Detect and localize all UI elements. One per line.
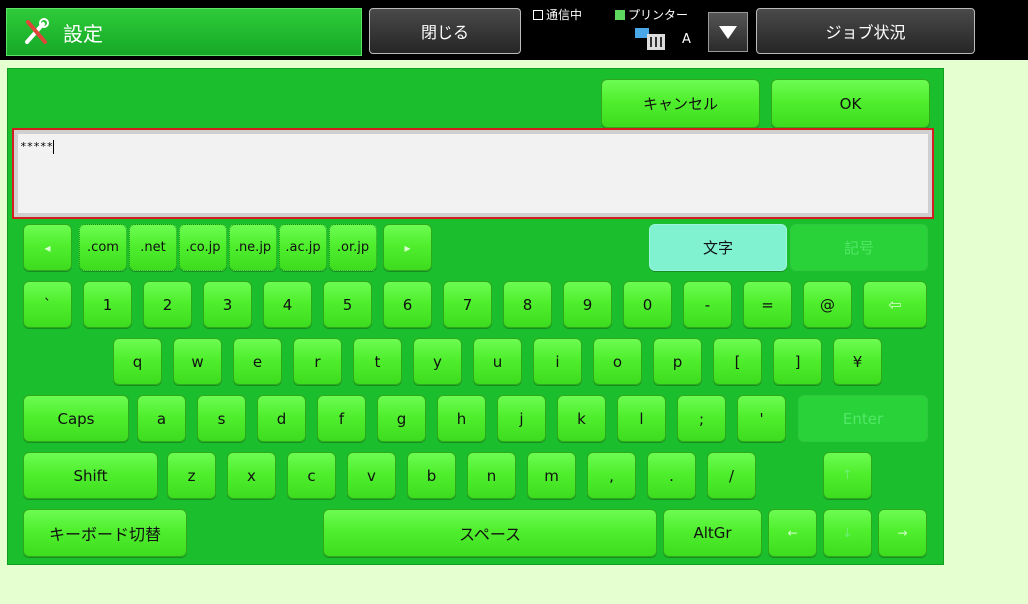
key[interactable]: 5 [323,281,372,328]
enter-button[interactable]: Enter [798,395,928,442]
key[interactable]: t [353,338,402,385]
domain-key[interactable]: .or.jp [329,224,377,271]
key[interactable]: g [377,395,426,442]
mode-chars-tab[interactable]: 文字 [649,224,787,271]
altgr-button[interactable]: AltGr [663,509,762,557]
key[interactable]: h [437,395,486,442]
key[interactable]: r [293,338,342,385]
caps-button[interactable]: Caps [23,395,129,442]
arrow-right-button[interactable]: → [878,509,927,557]
key[interactable]: 4 [263,281,312,328]
key[interactable]: ; [677,395,726,442]
printer-checkbox-icon [615,9,625,20]
key[interactable]: 8 [503,281,552,328]
cancel-button[interactable]: キャンセル [601,79,760,128]
key[interactable]: b [407,452,456,499]
tools-icon [25,18,49,44]
key[interactable]: o [593,338,642,385]
key[interactable]: l [617,395,666,442]
space-button[interactable]: スペース [323,509,657,557]
key[interactable]: a [137,395,186,442]
key[interactable]: y [413,338,462,385]
key[interactable]: 9 [563,281,612,328]
key[interactable]: k [557,395,606,442]
job-status-button[interactable]: ジョブ状況 [756,8,975,54]
status-dropdown-button[interactable] [708,12,748,52]
domain-key[interactable]: .co.jp [179,224,227,271]
key[interactable]: j [497,395,546,442]
domain-key[interactable]: .ne.jp [229,224,277,271]
top-bar: 設定 閉じる 通信中 プリンター A ジョブ状況 [0,0,1028,60]
key[interactable]: p [653,338,702,385]
key[interactable]: c [287,452,336,499]
key[interactable]: / [707,452,756,499]
key[interactable]: v [347,452,396,499]
domain-prev-button[interactable]: ◂ [23,224,72,271]
key[interactable]: e [233,338,282,385]
ok-button[interactable]: OK [771,79,930,128]
close-button[interactable]: 閉じる [369,8,521,54]
key[interactable]: d [257,395,306,442]
key[interactable]: , [587,452,636,499]
key[interactable]: x [227,452,276,499]
text-input-area[interactable]: ***** [18,134,928,213]
key[interactable]: ] [773,338,822,385]
key[interactable]: m [527,452,576,499]
input-value: ***** [20,140,54,153]
backspace-button[interactable]: ⇦ [863,281,927,328]
key[interactable]: n [467,452,516,499]
comm-checkbox-icon [533,9,543,20]
key[interactable]: @ [803,281,852,328]
key[interactable]: . [647,452,696,499]
key[interactable]: 6 [383,281,432,328]
key[interactable]: w [173,338,222,385]
key[interactable]: [ [713,338,762,385]
arrow-up-button[interactable]: ↑ [823,452,872,499]
key[interactable]: u [473,338,522,385]
key[interactable]: 7 [443,281,492,328]
key[interactable]: q [113,338,162,385]
key[interactable]: z [167,452,216,499]
comm-status: 通信中 [533,6,582,23]
printer-status: プリンター [615,6,688,23]
key[interactable]: 1 [83,281,132,328]
domain-key[interactable]: .net [129,224,177,271]
key[interactable]: ` [23,281,72,328]
key[interactable]: i [533,338,582,385]
key[interactable]: 0 [623,281,672,328]
printer-icon [635,28,665,50]
settings-tab[interactable]: 設定 [6,8,362,56]
mode-symbols-tab[interactable]: 記号 [790,224,928,271]
shift-button[interactable]: Shift [23,452,158,499]
key[interactable]: f [317,395,366,442]
key[interactable]: ¥ [833,338,882,385]
domain-key[interactable]: .com [79,224,127,271]
text-caret [53,140,55,154]
key[interactable]: 2 [143,281,192,328]
key[interactable]: ' [737,395,786,442]
text-input-field[interactable]: ***** [12,128,934,219]
arrow-left-button[interactable]: ← [768,509,817,557]
key[interactable]: - [683,281,732,328]
triangle-down-icon [719,25,737,39]
printer-label: A [682,32,691,47]
page-title: 設定 [63,21,103,46]
domain-next-button[interactable]: ▸ [383,224,432,271]
key[interactable]: = [743,281,792,328]
keyboard-switch-button[interactable]: キーボード切替 [23,509,187,557]
key[interactable]: 3 [203,281,252,328]
arrow-down-button[interactable]: ↓ [823,509,872,557]
key[interactable]: s [197,395,246,442]
domain-key[interactable]: .ac.jp [279,224,327,271]
